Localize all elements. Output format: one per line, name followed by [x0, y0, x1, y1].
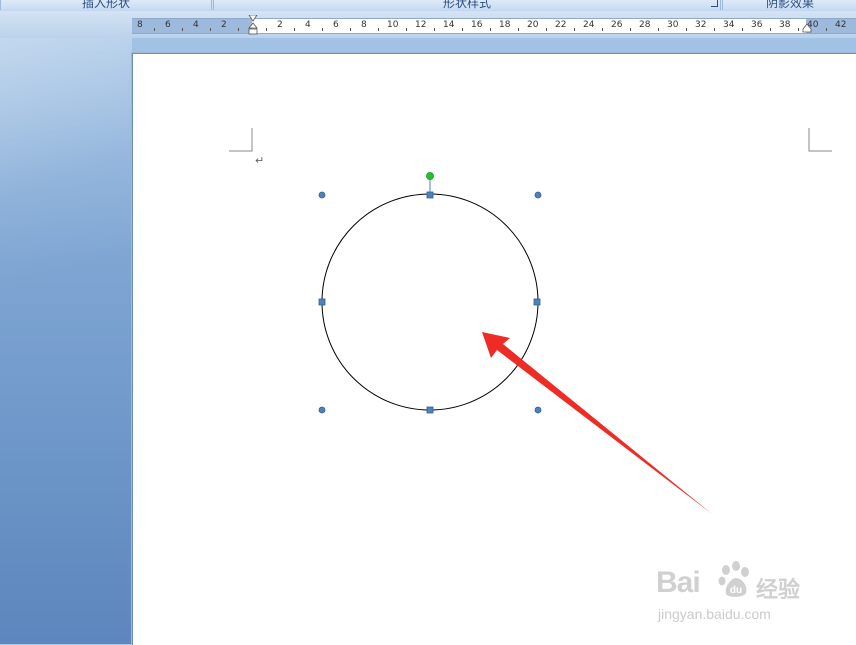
baidu-jingyan-watermark: Bai du 经验 jingyan.baidu.com — [656, 561, 836, 626]
watermark-brand-cn: 经验 — [756, 578, 801, 603]
resize-handle-right[interactable] — [533, 298, 541, 306]
rotate-handle[interactable] — [426, 172, 434, 180]
resize-handle-top-left[interactable] — [318, 191, 326, 199]
watermark-url: jingyan.baidu.com — [658, 606, 771, 622]
resize-handle-top-right[interactable] — [534, 191, 542, 199]
paw-icon: du — [718, 561, 749, 597]
selected-circle-shape[interactable] — [318, 172, 542, 414]
svg-text:du: du — [730, 585, 742, 596]
red-annotation-arrow — [482, 332, 712, 514]
circle-outline[interactable] — [321, 193, 539, 411]
watermark-brand-latin: Bai — [656, 566, 701, 599]
arrow-icon — [482, 332, 712, 514]
shape-overlay — [318, 172, 712, 514]
resize-handle-left[interactable] — [318, 298, 326, 306]
resize-handle-bottom-left[interactable] — [318, 406, 326, 414]
resize-handle-bottom-right[interactable] — [534, 406, 542, 414]
resize-handle-bottom[interactable] — [426, 406, 434, 414]
resize-handle-top[interactable] — [426, 191, 434, 199]
